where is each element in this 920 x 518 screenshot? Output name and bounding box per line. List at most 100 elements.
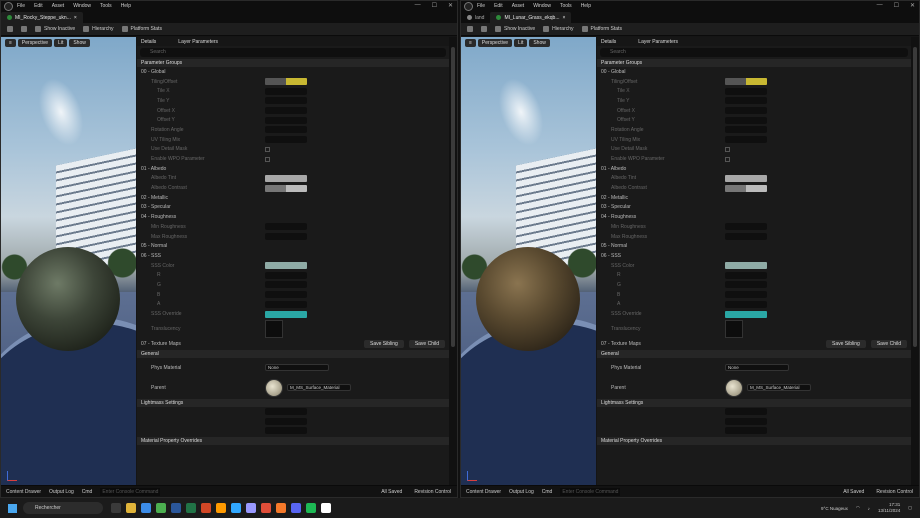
viewport-menu-icon[interactable]: ≡	[465, 39, 476, 47]
param-row[interactable]	[137, 416, 449, 426]
param-row[interactable]: G	[597, 280, 911, 290]
param-row[interactable]: Tile Y	[137, 96, 449, 106]
value-field[interactable]	[265, 281, 307, 289]
weather-widget[interactable]: 9°C Nuageux	[821, 506, 848, 511]
param-row[interactable]: Enable WPO Parameter	[597, 154, 911, 164]
taskbar-search[interactable]: Rechercher	[23, 502, 103, 514]
phys-material-dropdown[interactable]: None	[265, 364, 329, 372]
value-field[interactable]	[265, 126, 307, 134]
menu-tools[interactable]: Tools	[560, 3, 572, 9]
cmd-dropdown[interactable]: Cmd	[82, 489, 93, 495]
param-row[interactable]: Rotation Angle	[597, 125, 911, 135]
file-explorer-icon[interactable]	[126, 503, 136, 513]
param-row[interactable]: UV Tiling Mix	[137, 135, 449, 145]
param-row[interactable]	[137, 407, 449, 417]
menu-file[interactable]: File	[477, 3, 485, 9]
volume-icon[interactable]: ♪	[868, 506, 870, 511]
lit-button[interactable]: Lit	[514, 39, 528, 47]
maximize-icon[interactable]: ☐	[894, 2, 899, 9]
group-albedo[interactable]: 01 - Albedo	[137, 164, 449, 174]
minimize-icon[interactable]: —	[877, 2, 883, 9]
param-row[interactable]: UV Tiling Mix	[597, 135, 911, 145]
tab-close-icon[interactable]: ×	[562, 15, 565, 21]
param-row[interactable]: Enable WPO Parameter	[137, 154, 449, 164]
wifi-icon[interactable]: ◠	[856, 505, 860, 511]
preview-viewport[interactable]: ≡ Perspective Lit Show	[461, 37, 596, 487]
menu-asset[interactable]: Asset	[512, 3, 525, 9]
minimize-icon[interactable]: —	[415, 2, 421, 9]
value-field[interactable]	[725, 97, 767, 105]
param-row[interactable]: B	[137, 290, 449, 300]
lit-button[interactable]: Lit	[54, 39, 68, 47]
param-row[interactable]: Parent M_MS_Surface_Material	[137, 378, 449, 398]
param-row[interactable]: R	[137, 270, 449, 280]
save-icon[interactable]	[467, 26, 473, 32]
value-field[interactable]	[265, 107, 307, 115]
value-field[interactable]	[265, 116, 307, 124]
content-drawer-button[interactable]: Content Drawer	[6, 489, 41, 495]
value-field[interactable]	[725, 281, 767, 289]
scrollbar[interactable]	[449, 37, 457, 487]
powerpoint-icon[interactable]	[201, 503, 211, 513]
value-field[interactable]	[725, 87, 767, 95]
value-field[interactable]	[265, 271, 307, 279]
all-saved-button[interactable]: All Saved	[381, 489, 402, 495]
preview-viewport[interactable]: ≡ Perspective Lit Show	[1, 37, 136, 487]
value-field[interactable]	[725, 126, 767, 134]
param-row[interactable]: Min Roughness	[597, 222, 911, 232]
value-field[interactable]	[725, 300, 767, 308]
param-row[interactable]: Tiling/Offset	[137, 77, 449, 87]
param-row[interactable]: Tiling/Offset	[597, 77, 911, 87]
param-row[interactable]: Translucency	[137, 319, 449, 339]
group-sss[interactable]: 06 - SSS	[137, 251, 449, 261]
group-specular[interactable]: 03 - Specular	[137, 203, 449, 213]
section-material-overrides[interactable]: Material Property Overrides	[137, 436, 449, 445]
search-input[interactable]: Search	[600, 48, 908, 57]
tab-material-instance[interactable]: MI_Lunar_Grass_ekqb... ×	[490, 12, 572, 23]
color-swatch[interactable]	[725, 310, 767, 318]
color-swatch[interactable]	[265, 310, 307, 318]
tab-close-icon[interactable]: ×	[74, 15, 77, 21]
param-row[interactable]: SSS Override	[137, 309, 449, 319]
tab-details[interactable]: Details	[601, 39, 616, 45]
value-field[interactable]	[265, 291, 307, 299]
param-row[interactable]	[597, 416, 911, 426]
texture-thumbnail[interactable]	[265, 319, 283, 338]
menu-help[interactable]: Help	[581, 3, 591, 9]
param-row[interactable]	[597, 407, 911, 417]
menu-edit[interactable]: Edit	[494, 3, 503, 9]
section-general[interactable]: General	[597, 349, 911, 358]
value-field[interactable]	[265, 300, 307, 308]
value-field[interactable]	[725, 136, 767, 144]
revision-control-button[interactable]: Revision Control	[876, 489, 913, 495]
spotify-icon[interactable]	[306, 503, 316, 513]
param-row[interactable]: Phys Material None	[597, 358, 911, 378]
save-icon[interactable]	[7, 26, 13, 32]
save-child-button[interactable]: Save Child	[870, 339, 907, 348]
section-lightmass[interactable]: Lightmass Settings	[597, 398, 911, 407]
tab-material-instance[interactable]: MI_Rocky_Steppe_ukn... ×	[1, 12, 83, 23]
param-row[interactable]: Tile X	[137, 86, 449, 96]
tab-layer-parameters[interactable]: Layer Parameters	[638, 39, 678, 45]
group-metallic[interactable]: 02 - Metallic	[137, 193, 449, 203]
color-swatch[interactable]	[265, 78, 307, 86]
param-row[interactable]: G	[137, 280, 449, 290]
save-sibling-button[interactable]: Save Sibling	[364, 339, 404, 348]
value-field[interactable]	[725, 291, 767, 299]
browse-icon[interactable]	[481, 26, 487, 32]
hierarchy-button[interactable]: Hierarchy	[543, 26, 574, 32]
content-drawer-button[interactable]: Content Drawer	[466, 489, 501, 495]
viewport-menu-icon[interactable]: ≡	[5, 39, 16, 47]
param-row[interactable]: Offset Y	[137, 115, 449, 125]
value-field[interactable]	[265, 136, 307, 144]
param-row[interactable]: Tile Y	[597, 96, 911, 106]
value-field[interactable]	[725, 107, 767, 115]
param-row[interactable]: Albedo Contrast	[137, 183, 449, 193]
value-field[interactable]	[265, 223, 307, 231]
perspective-button[interactable]: Perspective	[477, 39, 513, 47]
section-general[interactable]: General	[137, 349, 449, 358]
color-swatch[interactable]	[265, 174, 307, 182]
value-field[interactable]	[265, 97, 307, 105]
value-field[interactable]	[725, 223, 767, 231]
value-field[interactable]	[725, 271, 767, 279]
